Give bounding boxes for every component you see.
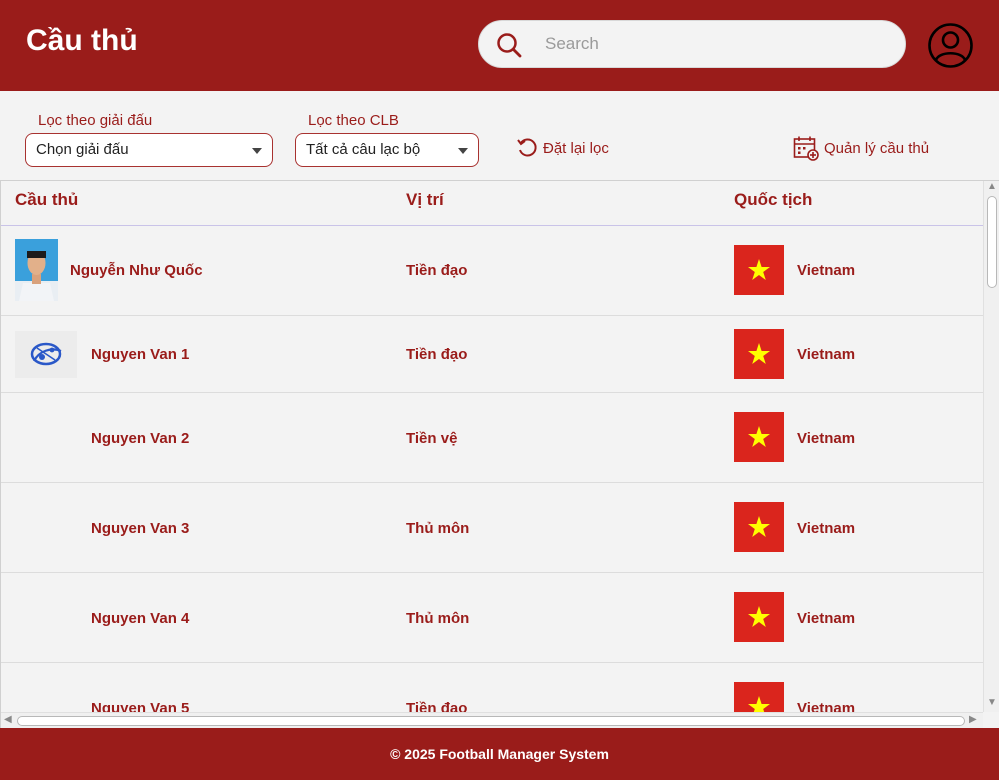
player-nationality: Vietnam [797,262,856,279]
table-row[interactable]: Nguyen Van 2 Tiền vệ Vietnam [1,393,983,483]
club-select-value: Tất cả câu lạc bộ [306,141,421,158]
search-input[interactable] [545,21,885,67]
player-nationality: Vietnam [797,346,856,363]
flag-vietnam-icon [734,245,784,295]
players-table: Cầu thủ Vị trí Quốc tịch Nguyễn Như Quốc… [0,180,999,728]
scroll-left-icon[interactable]: ◀ [4,714,12,725]
player-nationality: Vietnam [797,610,856,627]
club-select[interactable]: Tất cả câu lạc bộ [295,133,479,167]
flag-vietnam-icon [734,502,784,552]
table-row[interactable]: Nguyễn Như Quốc Tiền đạo Vietnam [1,226,983,316]
flag-vietnam-icon [734,682,784,712]
reset-filter-label: Đặt lại lọc [543,139,609,157]
search-icon[interactable] [496,32,522,58]
player-position: Tiền đạo [406,700,468,712]
player-position: Thủ môn [406,610,470,627]
column-header-nationality[interactable]: Quốc tịch [734,190,812,210]
player-name: Nguyễn Như Quốc [70,262,203,279]
scroll-right-icon[interactable]: ▶ [969,714,977,725]
player-name: Nguyen Van 2 [91,430,190,447]
manage-players-button[interactable]: Quản lý cầu thủ [793,135,929,161]
player-position: Tiền đạo [406,346,468,363]
reset-filter-button[interactable]: Đặt lại lọc [516,137,609,159]
player-name: Nguyen Van 4 [91,610,190,627]
tournament-filter-label: Lọc theo giải đấu [38,112,153,129]
vertical-scrollbar[interactable]: ▲ ▼ [983,181,999,712]
manage-players-label: Quản lý cầu thủ [824,139,930,157]
scroll-up-icon[interactable]: ▲ [987,181,997,192]
table-row[interactable]: Nguyen Van 5 Tiền đạo Vietnam [1,663,983,712]
horizontal-scroll-thumb[interactable] [17,716,965,726]
club-logo-icon [15,331,77,378]
page-title: Cầu thủ [26,24,138,57]
tournament-select-value: Chọn giải đấu [36,141,129,158]
column-header-position[interactable]: Vị trí [406,190,444,210]
scroll-down-icon[interactable]: ▼ [987,697,997,708]
player-nationality: Vietnam [797,700,856,712]
player-nationality: Vietnam [797,520,856,537]
player-name: Nguyen Van 1 [91,346,190,363]
table-header: Cầu thủ Vị trí Quốc tịch [1,181,983,226]
search-box[interactable] [478,20,906,68]
player-position: Tiền vệ [406,430,458,447]
flag-vietnam-icon [734,329,784,379]
tournament-select[interactable]: Chọn giải đấu [25,133,273,167]
player-nationality: Vietnam [797,430,856,447]
chevron-down-icon [252,148,262,154]
flag-vietnam-icon [734,592,784,642]
club-filter-label: Lọc theo CLB [308,112,399,129]
reset-icon [517,138,537,157]
player-name: Nguyen Van 3 [91,520,190,537]
vertical-scroll-thumb[interactable] [987,196,997,288]
column-header-player[interactable]: Cầu thủ [15,190,78,210]
calendar-add-icon [793,136,819,161]
chevron-down-icon [458,148,468,154]
filter-bar: Lọc theo giải đấu Chọn giải đấu Lọc theo… [0,91,999,180]
footer-copyright: © 2025 Football Manager System [0,728,999,780]
table-row[interactable]: Nguyen Van 1 Tiền đạo Vietnam [1,316,983,393]
app-header: Cầu thủ [0,0,999,91]
player-photo [15,239,58,301]
player-position: Thủ môn [406,520,470,537]
table-row[interactable]: Nguyen Van 3 Thủ môn Vietnam [1,483,983,573]
horizontal-scrollbar[interactable]: ◀ ▶ [1,712,983,728]
user-avatar-icon[interactable] [927,22,974,69]
table-row[interactable]: Nguyen Van 4 Thủ môn Vietnam [1,573,983,663]
flag-vietnam-icon [734,412,784,462]
table-body: Nguyễn Như Quốc Tiền đạo Vietnam Nguyen … [1,226,983,712]
player-name: Nguyen Van 5 [91,700,190,712]
player-position: Tiền đạo [406,262,468,279]
